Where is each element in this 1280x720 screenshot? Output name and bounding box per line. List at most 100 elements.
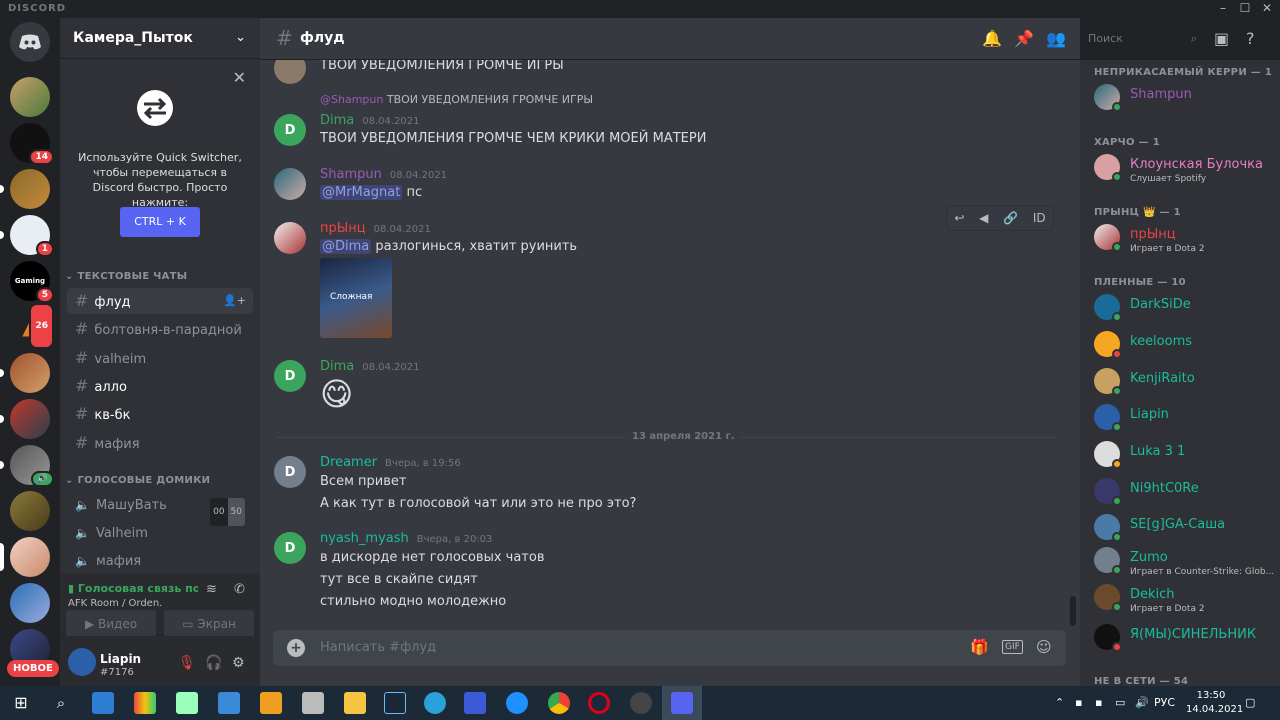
member-item[interactable]: Dekich Играет в Dota 2 [1094,582,1274,616]
app-icon[interactable] [630,692,652,714]
channel-kv-bk[interactable]: # кв-бк [67,401,253,427]
avatar[interactable]: D [274,532,306,564]
notepad-icon[interactable] [176,692,198,714]
server-icon[interactable] [0,399,50,439]
noise-suppression-icon[interactable]: ≋ [206,582,217,597]
tray-icon[interactable]: ▪ [1095,696,1102,709]
message-composer[interactable]: + Написать #флуд 🎁 GIF ☺ [273,630,1066,666]
inbox-icon[interactable]: ▣ [1214,29,1229,48]
server-icon-selected[interactable] [0,537,50,577]
voice-room[interactable]: AFK Room / Orden. [68,598,162,609]
member-item[interactable]: прЫнц Играет в Dota 2 [1094,222,1274,256]
avatar[interactable] [274,168,306,200]
headphones-icon[interactable]: 🎧 [205,655,222,671]
minimize-icon[interactable]: – [1213,1,1233,15]
server-icon[interactable]: 14 [10,123,54,165]
discord-icon[interactable] [671,692,693,714]
server-icon[interactable] [10,491,50,531]
server-icon[interactable]: 🔊 [0,445,54,487]
app-icon[interactable] [218,692,240,714]
member-item[interactable]: Я(МЫ)СИНЕЛЬНИК [1094,622,1274,656]
app-icon[interactable] [464,692,486,714]
members-icon[interactable]: 👥 [1046,29,1066,48]
windows-start-icon[interactable]: ⊞ [10,692,32,714]
opera-icon[interactable] [588,692,610,714]
server-icon[interactable] [0,353,50,393]
winrar-icon[interactable] [134,692,156,714]
app-icon[interactable] [302,692,324,714]
scrollbar[interactable] [1070,596,1076,626]
avatar[interactable]: D [274,360,306,392]
mail-icon[interactable] [92,692,114,714]
video-button[interactable]: ▶ Видео [66,610,156,638]
channel-boltovnya[interactable]: # болтовня-в-парадной [67,316,253,342]
voice-status[interactable]: ▮ Голосовая связь подключена [68,582,198,595]
language-indicator[interactable]: РУС [1154,696,1175,709]
member-item[interactable]: Luka 3 1 [1094,439,1274,473]
channel-valheim[interactable]: # valheim [67,345,253,371]
gif-button[interactable]: GIF [1002,640,1023,654]
server-icon[interactable] [10,583,50,623]
link-icon[interactable]: 🔗 [1003,211,1018,225]
message-author[interactable]: Shampun 08.04.2021 [320,167,447,182]
member-item[interactable]: Liapin [1094,402,1274,436]
new-unreads-badge[interactable]: НОВОЕ [7,660,59,677]
reply-icon[interactable]: ↩ [954,211,964,225]
quick-switcher-button[interactable]: CTRL + K [120,207,200,237]
clock[interactable]: 13:50 14.04.2021 [1186,689,1243,717]
mic-muted-icon[interactable]: 🎙 [178,655,196,671]
chrome-icon[interactable] [548,692,570,714]
telegram-icon[interactable] [424,692,446,714]
pin-icon[interactable]: 📌 [1014,29,1034,48]
server-icon[interactable]: ▲26 [10,303,54,349]
network-icon[interactable]: ▭ [1115,696,1125,709]
copy-id-icon[interactable]: ID [1033,211,1046,225]
member-item[interactable]: Клоунская Булочка Слушает Spotify [1094,152,1274,186]
bell-icon[interactable]: 🔔 [982,29,1002,48]
home-button[interactable] [10,22,50,62]
channel-allo[interactable]: # алло [67,373,253,399]
avatar[interactable]: D [274,456,306,488]
close-icon[interactable]: ✕ [233,68,246,87]
sublime-icon[interactable] [260,692,282,714]
search-icon[interactable]: ⌕ [50,692,72,714]
channel-mafia[interactable]: # мафия [67,430,253,456]
voice-channel-mafia[interactable]: 🔈 мафия [67,548,253,570]
app-icon[interactable] [506,692,528,714]
member-item[interactable]: KenjiRaito [1094,366,1274,400]
gear-icon[interactable]: ⚙ [232,655,245,671]
close-window-icon[interactable]: ✕ [1257,1,1277,15]
volume-icon[interactable]: 🔊 [1135,696,1149,709]
help-icon[interactable]: ? [1246,29,1255,48]
server-icon[interactable] [10,77,50,117]
member-item[interactable]: DarkSiDe [1094,292,1274,326]
message-author[interactable]: Dima 08.04.2021 [320,359,420,374]
mention[interactable]: @Dima [320,239,372,254]
steam-icon[interactable] [384,692,406,714]
chevron-up-icon[interactable]: ⌃ [1055,696,1064,709]
voice-channel-mashuvat[interactable]: 🔈 МашуВать 00 50 [67,492,253,526]
guild-header[interactable]: Камера_Пыток ⌄ [60,18,260,59]
voice-channel-valheim[interactable]: 🔈 Valheim [67,520,253,546]
message-author[interactable]: nyash_myash Вчера, в 20:03 [320,531,492,546]
mention[interactable]: @MrMagnat [320,185,403,200]
maximize-icon[interactable]: ☐ [1235,1,1255,15]
folder-icon[interactable] [344,692,366,714]
channel-flood[interactable]: # флуд 👤+ [67,288,253,314]
disconnect-icon[interactable]: ✆ [234,582,245,597]
member-item[interactable]: Zumo Играет в Counter-Strike: Glob... [1094,545,1274,579]
megaphone-icon[interactable]: ◀ [979,211,988,225]
member-item[interactable]: Shampun [1094,82,1274,116]
composer-placeholder[interactable]: Написать #флуд [320,640,436,655]
avatar[interactable] [68,648,96,676]
avatar[interactable] [274,222,306,254]
avatar[interactable] [274,60,306,84]
server-icon[interactable]: Gaming 5 [10,261,54,303]
message-author[interactable]: прЫнц 08.04.2021 [320,221,431,236]
upload-plus-icon[interactable]: + [287,639,305,657]
tray-icon[interactable]: ▪ [1075,696,1082,709]
server-icon[interactable]: 1 [0,215,54,257]
server-icon[interactable] [0,169,50,209]
search-input[interactable]: Поиск ⌕ [1082,28,1202,50]
invite-icon[interactable]: 👤+ [223,288,246,314]
